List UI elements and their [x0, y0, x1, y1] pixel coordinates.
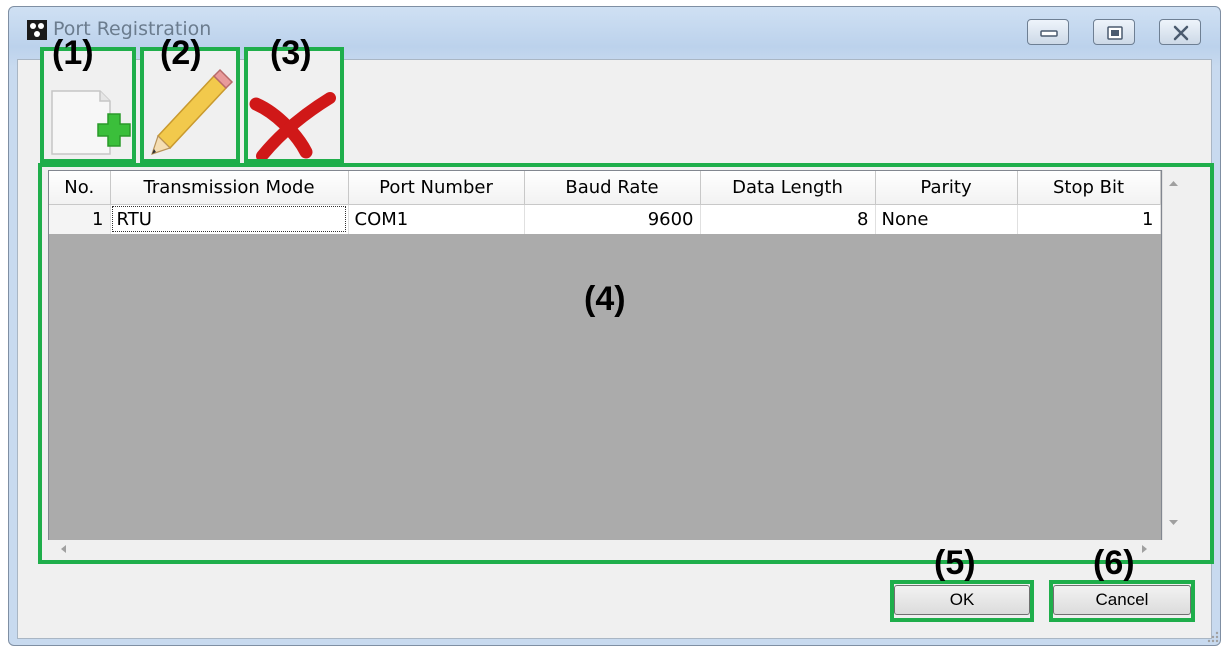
callout-label-3: (3)	[270, 34, 312, 72]
callout-label-5: (5)	[934, 544, 976, 582]
minimize-icon	[1040, 30, 1058, 37]
close-icon	[1173, 25, 1189, 41]
maximize-button[interactable]	[1093, 19, 1135, 45]
resize-grip-icon[interactable]	[1207, 631, 1219, 643]
callout-box-6	[1049, 580, 1195, 622]
maximize-icon	[1107, 26, 1123, 40]
app-icon	[27, 20, 47, 40]
callout-box-5	[890, 580, 1034, 622]
close-button[interactable]	[1159, 19, 1201, 45]
callout-label-4: (4)	[584, 280, 626, 318]
minimize-button[interactable]	[1027, 19, 1069, 45]
callout-label-6: (6)	[1093, 544, 1135, 582]
callout-label-2: (2)	[160, 34, 202, 72]
callout-label-1: (1)	[52, 34, 94, 72]
callout-box-4	[38, 163, 1214, 564]
